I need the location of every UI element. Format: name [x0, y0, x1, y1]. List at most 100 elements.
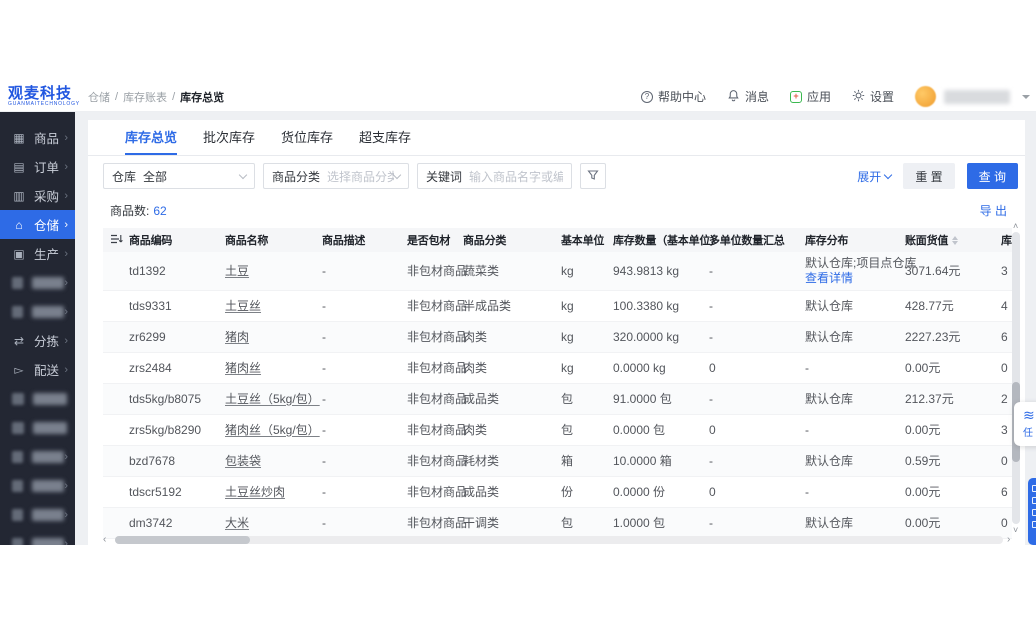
sidebar-item-production[interactable]: ▣ 生产 › — [0, 239, 75, 268]
user-menu[interactable] — [915, 86, 1030, 107]
settings-button[interactable]: 设置 — [852, 88, 894, 105]
apps-button[interactable]: + 应用 — [789, 88, 831, 105]
table-row: zrs2484 猪肉丝 - 非包材商品 肉类 kg 0.0000 kg 0 - … — [103, 353, 1012, 384]
sidebar-item-hidden-1[interactable]: › — [0, 268, 75, 297]
cell-quantity: 0.0000 份 — [613, 484, 666, 499]
breadcrumb-warehouse[interactable]: 仓储 — [88, 89, 110, 105]
distribution-text: 默认仓库 — [805, 298, 854, 313]
cell-book-value: 2227.23元 — [905, 329, 961, 344]
sidebar-item-hidden-2[interactable]: › — [0, 297, 75, 326]
topbar-actions: ? 帮助中心 消息 + 应用 设置 — [640, 86, 1036, 107]
sidebar-item-purchase[interactable]: ▥ 采购 › — [0, 181, 75, 210]
hidden-icon — [12, 276, 24, 289]
column-header-multi-unit: 多单位数量汇总 — [709, 235, 785, 247]
redacted-label — [32, 450, 65, 463]
table-row: bzd7678 包装袋 - 非包材商品 耗材类 箱 10.0000 箱 - 默认… — [103, 446, 1012, 477]
expand-filters-link[interactable]: 展开 — [857, 168, 893, 185]
sidebar-item-hidden-4[interactable] — [0, 413, 75, 442]
tab-overdraw-inventory[interactable]: 超支库存 — [359, 120, 411, 155]
help-center-button[interactable]: ? 帮助中心 — [640, 88, 706, 105]
sidebar-item-sorting[interactable]: ⇄ 分拣 › — [0, 326, 75, 355]
username-redacted — [944, 89, 1010, 104]
truck-icon: ▻ — [14, 362, 24, 377]
query-button[interactable]: 查 询 — [966, 163, 1018, 189]
hidden-icon — [12, 450, 24, 463]
vertical-scrollbar[interactable]: ˄ ˅ — [1012, 221, 1020, 535]
warehouse-select[interactable]: 仓库 全部 — [103, 163, 255, 189]
category-select[interactable]: 商品分类 选择商品分类 — [263, 163, 409, 189]
summary-row: 商品数: 62 导 出 — [110, 202, 1007, 219]
chevron-right-icon: › — [64, 450, 68, 463]
cell-quantity: 0.0000 包 — [613, 422, 666, 437]
cell-book-value: 212.37元 — [905, 391, 954, 406]
redacted-label — [33, 392, 67, 405]
view-details-link[interactable]: 查看详情 — [805, 271, 901, 286]
horizontal-scrollbar[interactable]: ‹ › — [103, 535, 1015, 545]
brand-logo[interactable]: 观麦科技 GUANMAITECHNOLOGY — [0, 86, 88, 107]
cell-name: 猪肉丝（5kg/包） — [225, 419, 322, 442]
product-name-link[interactable]: 土豆 — [225, 264, 249, 278]
filter-columns-icon — [110, 233, 123, 248]
scroll-left-icon[interactable]: ‹ — [103, 535, 111, 545]
quick-access-widget[interactable]: ≋ 任 — [1014, 402, 1036, 446]
horizontal-scroll-thumb[interactable] — [115, 536, 250, 544]
redacted-label — [33, 421, 67, 434]
inventory-table: 商品编码 商品名称 商品描述 是否包材 商品分类 基本单位 库存数量（基本单位）… — [103, 228, 1012, 539]
table-row: tdscr5192 土豆丝炒肉 - 非包材商品 成品类 份 0.0000 份 0 — [103, 477, 1012, 508]
apps-icon: + — [789, 90, 802, 103]
sidebar-item-hidden-5[interactable]: › — [0, 442, 75, 471]
cell-unit: kg — [561, 263, 574, 278]
cell-clipped: 0 — [1001, 515, 1008, 530]
sidebar-item-orders[interactable]: ▤ 订单 › — [0, 152, 75, 181]
sidebar-item-goods[interactable]: ▦ 商品 › — [0, 123, 75, 152]
cell-desc: - — [322, 422, 326, 437]
cell-desc: - — [322, 515, 326, 530]
support-strip[interactable] — [1028, 478, 1036, 545]
reset-button[interactable]: 重 置 — [903, 163, 955, 189]
product-name-link[interactable]: 土豆丝（5kg/包） — [225, 392, 320, 406]
messages-button[interactable]: 消息 — [727, 88, 769, 105]
product-name-link[interactable]: 土豆丝 — [225, 299, 261, 313]
scroll-down-icon[interactable]: ˅ — [1013, 525, 1018, 535]
sidebar-item-hidden-6[interactable]: › — [0, 471, 75, 500]
cell-multi-unit: - — [709, 329, 713, 344]
keyword-input[interactable]: 关键词 输入商品名字或编号搜索 — [417, 163, 572, 189]
tab-location-inventory[interactable]: 货位库存 — [281, 120, 333, 155]
cell-name: 猪肉 — [225, 326, 322, 349]
sidebar-item-hidden-8[interactable]: › — [0, 529, 75, 545]
product-name-link[interactable]: 包装袋 — [225, 454, 261, 468]
funnel-icon — [587, 169, 599, 184]
product-name-link[interactable]: 大米 — [225, 516, 249, 530]
cell-name: 土豆丝炒肉 — [225, 481, 322, 504]
sidebar-item-delivery[interactable]: ▻ 配送 › — [0, 355, 75, 384]
export-link[interactable]: 导 出 — [980, 202, 1007, 219]
sort-icon[interactable] — [952, 235, 959, 245]
breadcrumb: 仓储 / 库存账表 / 库存总览 — [88, 89, 224, 105]
cell-book-value: 0.00元 — [905, 515, 941, 530]
product-name-link[interactable]: 猪肉 — [225, 330, 249, 344]
sidebar-item-hidden-3[interactable] — [0, 384, 75, 413]
vertical-scroll-track[interactable] — [1012, 232, 1020, 524]
avatar[interactable] — [915, 86, 936, 107]
tab-batch-inventory[interactable]: 批次库存 — [203, 120, 255, 155]
column-header-unit: 基本单位 — [561, 235, 605, 247]
product-name-link[interactable]: 土豆丝炒肉 — [225, 485, 285, 499]
sidebar-item-hidden-7[interactable]: › — [0, 500, 75, 529]
product-name-link[interactable]: 猪肉丝（5kg/包） — [225, 423, 320, 437]
breadcrumb-inventory-report[interactable]: 库存账表 — [123, 89, 167, 105]
advanced-filter-button[interactable] — [580, 163, 606, 189]
cell-book-value: 0.00元 — [905, 484, 941, 499]
warehouse-icon: ⌂ — [15, 217, 23, 232]
column-settings-button[interactable] — [103, 233, 129, 248]
cell-category: 成品类 — [463, 484, 500, 499]
tab-inventory-overview[interactable]: 库存总览 — [125, 120, 178, 155]
horizontal-scroll-track[interactable] — [115, 536, 1003, 544]
hidden-icon — [12, 508, 24, 521]
product-name-link[interactable]: 猪肉丝 — [225, 361, 261, 375]
scroll-up-icon[interactable]: ˄ — [1013, 221, 1018, 231]
scroll-right-icon[interactable]: › — [1007, 535, 1015, 545]
sidebar-item-warehouse[interactable]: ⌂ 仓储 › — [0, 210, 75, 239]
chevron-down-icon[interactable] — [1022, 94, 1030, 99]
tab-label: 批次库存 — [203, 130, 256, 145]
cell-name: 猪肉丝 — [225, 357, 322, 380]
